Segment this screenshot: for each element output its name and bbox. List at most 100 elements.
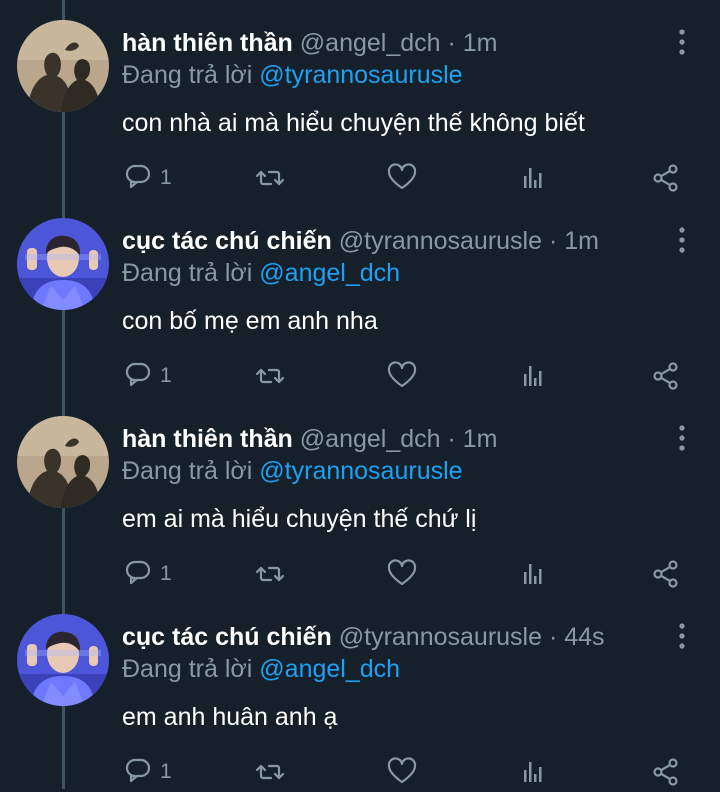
reply-icon [125, 758, 151, 783]
display-name[interactable]: hàn thiên thần [122, 425, 293, 453]
more-icon [679, 29, 685, 55]
reply-button[interactable]: 1 [122, 356, 172, 396]
tweet-actions: 1 [0, 356, 720, 396]
tweet-text: con nhà ai mà hiểu chuyện thế không biết [122, 109, 585, 137]
share-icon [653, 362, 678, 390]
timestamp[interactable]: 44s [564, 623, 604, 651]
like-button[interactable] [386, 752, 418, 792]
reply-button[interactable]: 1 [122, 752, 172, 792]
tweet-text: em anh huân anh ạ [122, 703, 338, 731]
replying-to-label: Đang trả lời [122, 655, 253, 683]
stats-icon [524, 168, 542, 188]
like-button[interactable] [386, 554, 418, 594]
replying-to: Đang trả lời @angel_dch [122, 256, 400, 290]
tweet-header: hàn thiên thần @angel_dch · 1m [122, 26, 498, 60]
user-handle[interactable]: @tyrannosaurusle [339, 227, 542, 255]
more-icon [679, 623, 685, 649]
timestamp[interactable]: 1m [463, 29, 498, 57]
display-name[interactable]: hàn thiên thần [122, 29, 293, 57]
avatar[interactable] [17, 416, 109, 508]
timestamp[interactable]: 1m [463, 425, 498, 453]
more-icon [679, 227, 685, 253]
tweet-header: cục tác chú chiến @tyrannosaurusle · 44s [122, 620, 605, 654]
tweet-text: em ai mà hiểu chuyện thế chứ lị [122, 505, 477, 533]
reply-icon [125, 164, 151, 189]
replying-to: Đang trả lời @tyrannosaurusle [122, 58, 463, 92]
replying-to-label: Đang trả lời [122, 259, 253, 287]
user-handle[interactable]: @angel_dch [300, 425, 441, 453]
replying-to-handle[interactable]: @angel_dch [259, 655, 400, 683]
stats-button[interactable] [518, 158, 550, 198]
stats-icon [524, 366, 542, 386]
tweet[interactable]: hàn thiên thần @angel_dch · 1m Đang trả … [0, 396, 720, 594]
reply-button[interactable]: 1 [122, 158, 172, 198]
user-handle[interactable]: @tyrannosaurusle [339, 623, 542, 651]
separator: · [548, 227, 558, 255]
avatar[interactable] [17, 20, 109, 112]
avatar[interactable] [17, 218, 109, 310]
user-handle[interactable]: @angel_dch [300, 29, 441, 57]
share-icon [653, 164, 678, 192]
stats-button[interactable] [518, 752, 550, 792]
retweet-button[interactable] [254, 158, 286, 198]
tweet-actions: 1 [0, 554, 720, 594]
share-button[interactable] [650, 356, 682, 396]
tweet-text: con bố mẹ em anh nha [122, 307, 378, 335]
more-options-button[interactable] [666, 26, 698, 58]
separator: · [548, 623, 558, 651]
tweet-actions: 1 [0, 752, 720, 792]
retweet-icon [255, 566, 285, 582]
like-button[interactable] [386, 158, 418, 198]
reply-button[interactable]: 1 [122, 554, 172, 594]
tweet[interactable]: hàn thiên thần @angel_dch · 1m Đang trả … [0, 0, 720, 198]
reply-count: 1 [160, 364, 172, 387]
replying-to: Đang trả lời @angel_dch [122, 652, 400, 686]
retweet-icon [255, 170, 285, 186]
tweet[interactable]: cục tác chú chiến @tyrannosaurusle · 1m … [0, 198, 720, 396]
reply-icon [125, 362, 151, 387]
timestamp[interactable]: 1m [564, 227, 599, 255]
share-icon [653, 560, 678, 588]
retweet-icon [255, 764, 285, 780]
more-options-button[interactable] [666, 620, 698, 652]
stats-button[interactable] [518, 554, 550, 594]
share-button[interactable] [650, 158, 682, 198]
tweet-header: hàn thiên thần @angel_dch · 1m [122, 422, 498, 456]
replying-to-label: Đang trả lời [122, 61, 253, 89]
reply-count: 1 [160, 760, 172, 783]
like-icon [387, 163, 417, 190]
replying-to-handle[interactable]: @tyrannosaurusle [259, 61, 462, 89]
like-icon [387, 757, 417, 784]
retweet-button[interactable] [254, 752, 286, 792]
replying-to-handle[interactable]: @tyrannosaurusle [259, 457, 462, 485]
like-button[interactable] [386, 356, 418, 396]
more-options-button[interactable] [666, 422, 698, 454]
replying-to-label: Đang trả lời [122, 457, 253, 485]
reply-icon [125, 560, 151, 585]
stats-button[interactable] [518, 356, 550, 396]
tweet[interactable]: cục tác chú chiến @tyrannosaurusle · 44s… [0, 594, 720, 792]
like-icon [387, 361, 417, 388]
retweet-button[interactable] [254, 356, 286, 396]
conversation-thread: hàn thiên thần @angel_dch · 1m Đang trả … [0, 0, 720, 789]
retweet-button[interactable] [254, 554, 286, 594]
stats-icon [524, 564, 542, 584]
share-icon [653, 758, 678, 786]
share-button[interactable] [650, 752, 682, 792]
like-icon [387, 559, 417, 586]
stats-icon [524, 762, 542, 782]
more-icon [679, 425, 685, 451]
replying-to: Đang trả lời @tyrannosaurusle [122, 454, 463, 488]
share-button[interactable] [650, 554, 682, 594]
more-options-button[interactable] [666, 224, 698, 256]
display-name[interactable]: cục tác chú chiến [122, 227, 332, 255]
retweet-icon [255, 368, 285, 384]
display-name[interactable]: cục tác chú chiến [122, 623, 332, 651]
tweet-header: cục tác chú chiến @tyrannosaurusle · 1m [122, 224, 599, 258]
separator: · [447, 425, 456, 453]
separator: · [447, 29, 456, 57]
tweet-actions: 1 [0, 158, 720, 198]
reply-count: 1 [160, 166, 172, 189]
replying-to-handle[interactable]: @angel_dch [259, 259, 400, 287]
avatar[interactable] [17, 614, 109, 706]
